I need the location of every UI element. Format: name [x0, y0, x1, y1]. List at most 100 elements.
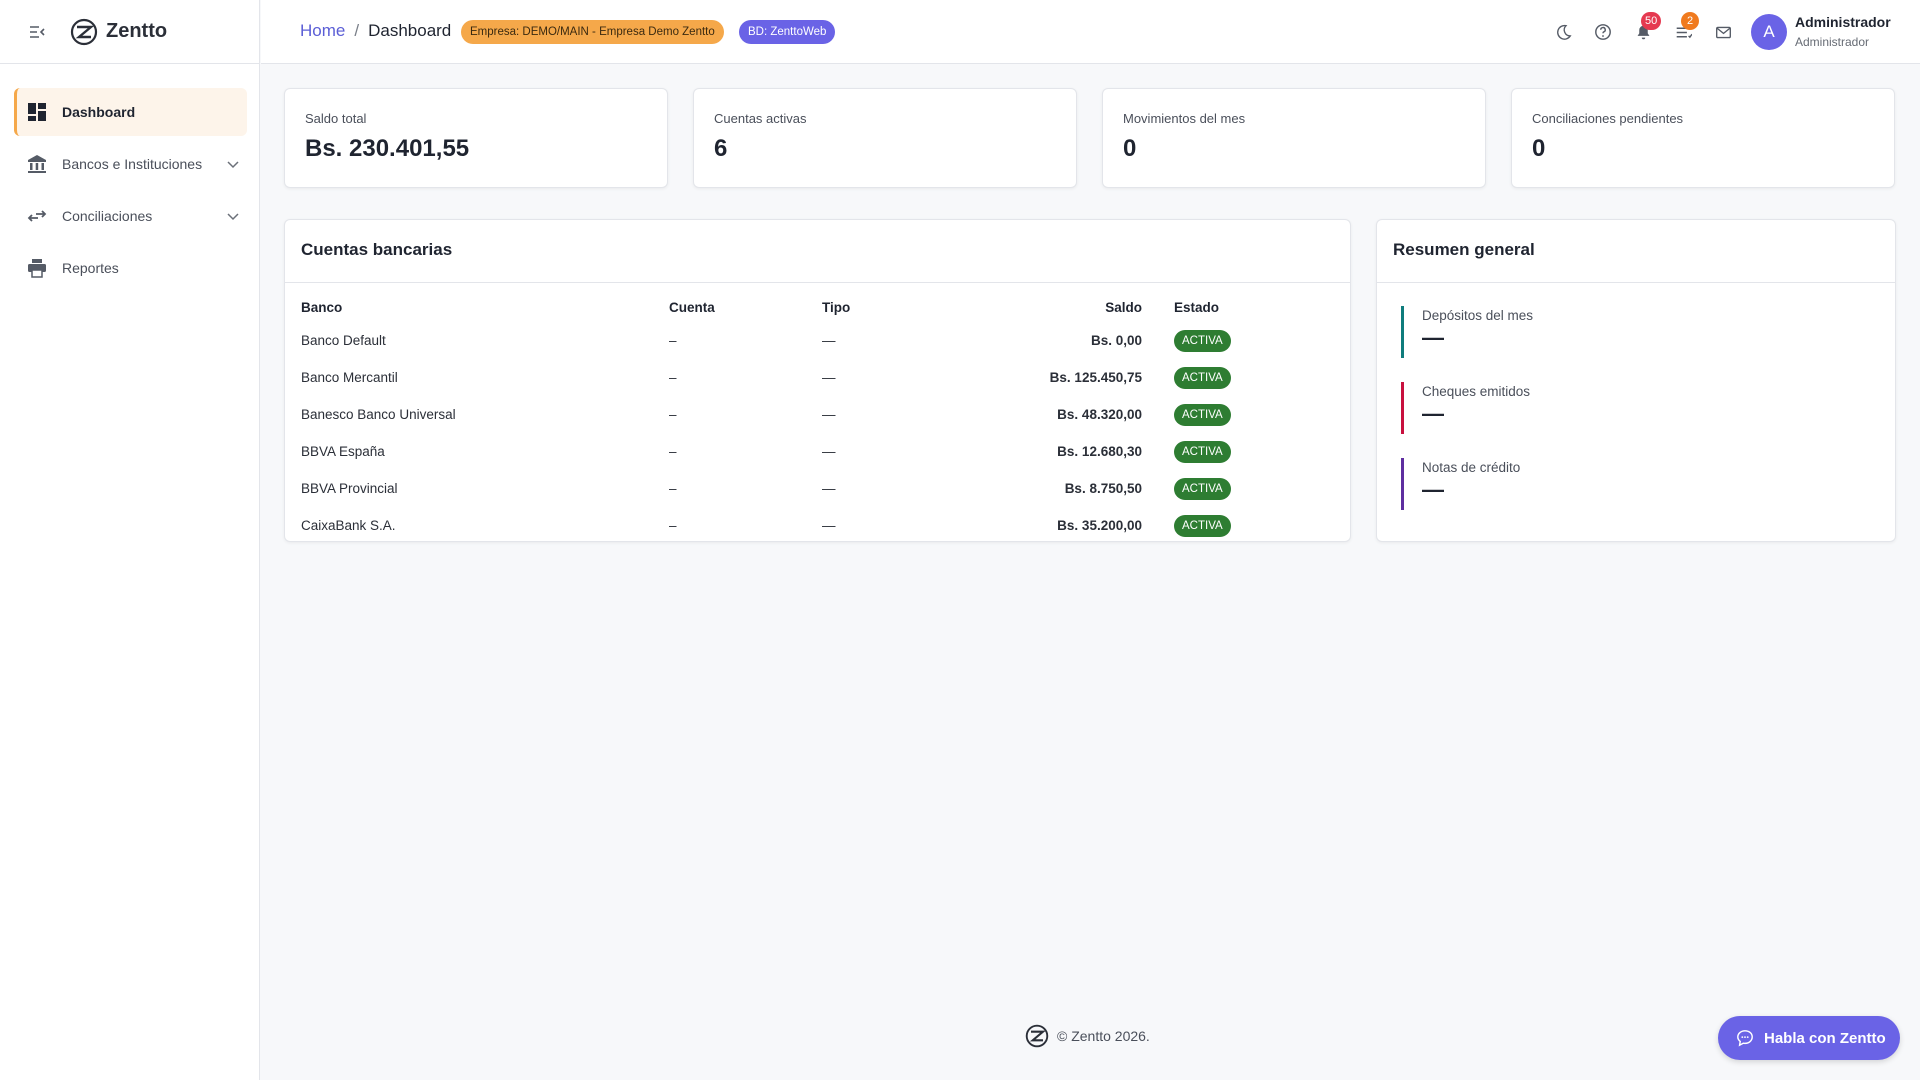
tasks-list-icon[interactable]: 2 — [1671, 12, 1699, 44]
sidebar-item-label: Conciliaciones — [62, 208, 153, 224]
table-row[interactable]: Banco Mercantil – — Bs. 125.450,75 ACTIV… — [301, 359, 1336, 396]
chevron-down-icon[interactable] — [225, 208, 241, 224]
top-bar: Home / Dashboard Empresa: DEMO/MAIN - Em… — [261, 0, 1920, 64]
cell-cuenta: – — [669, 333, 677, 348]
cell-saldo: Bs. 8.750,50 — [1064, 481, 1142, 496]
column-header-estado[interactable]: Estado — [1142, 292, 1336, 322]
cell-cuenta: – — [669, 444, 677, 459]
table-row[interactable]: Banco Default – — Bs. 0,00 ACTIVA — [301, 322, 1336, 359]
cell-cuenta: – — [669, 518, 677, 533]
user-name[interactable]: Administrador — [1795, 14, 1891, 30]
sidebar-item-reportes[interactable]: Reportes — [14, 244, 247, 292]
column-header-tipo[interactable]: Tipo — [822, 292, 952, 322]
breadcrumb-current: Dashboard — [368, 21, 452, 40]
help-icon[interactable] — [1591, 20, 1615, 44]
dashboard-icon — [26, 101, 48, 123]
stat-value: 6 — [714, 135, 728, 162]
status-badge: ACTIVA — [1174, 477, 1231, 500]
bank-accounts-table: Banco Cuenta Tipo Saldo Estado Banco Def… — [301, 292, 1336, 544]
app-name: Zentto — [106, 20, 168, 42]
cell-banco: Banco Mercantil — [301, 370, 398, 385]
dark-mode-moon-icon[interactable] — [1551, 20, 1575, 44]
cell-tipo: — — [822, 333, 836, 348]
column-header-saldo[interactable]: Saldo — [952, 292, 1142, 322]
notifications-count-badge: 50 — [1641, 12, 1662, 30]
bank-accounts-panel: Cuentas bancarias Banco Cuenta Tipo Sald… — [284, 219, 1351, 542]
cell-cuenta: – — [669, 407, 677, 422]
database-badge: BD: ZenttoWeb — [739, 20, 836, 44]
cell-saldo: Bs. 0,00 — [1090, 333, 1142, 348]
divider — [1377, 282, 1895, 283]
menu-collapse-icon[interactable] — [26, 21, 48, 43]
stat-card-saldo-total: Saldo total Bs. 230.401,55 — [284, 88, 668, 188]
user-role: Administrador — [1795, 35, 1870, 49]
sidebar-nav: Dashboard Bancos e Instituciones Concili… — [0, 64, 259, 292]
column-header-banco[interactable]: Banco — [301, 292, 669, 322]
chevron-down-icon[interactable] — [225, 156, 241, 172]
stat-value: Bs. 230.401,55 — [305, 135, 470, 162]
table-row[interactable]: Banesco Banco Universal – — Bs. 48.320,0… — [301, 396, 1336, 433]
table-row[interactable]: CaixaBank S.A. – — Bs. 35.200,00 ACTIVA — [301, 507, 1336, 544]
chat-button-label: Habla con Zentto — [1764, 1029, 1886, 1047]
cell-saldo: Bs. 35.200,00 — [1057, 518, 1142, 533]
stat-value: 0 — [1532, 135, 1546, 162]
breadcrumb-separator: / — [354, 21, 360, 40]
tasks-count-badge: 2 — [1681, 12, 1699, 30]
summary-label: Cheques emitidos — [1422, 384, 1531, 399]
summary-value: — — [1422, 477, 1444, 502]
cell-banco: CaixaBank S.A. — [301, 518, 396, 533]
table-row[interactable]: BBVA España – — Bs. 12.680,30 ACTIVA — [301, 433, 1336, 470]
cell-tipo: — — [822, 370, 836, 385]
summary-panel: Resumen general Depósitos del mes — Cheq… — [1376, 219, 1896, 542]
sidebar: Zentto Dashboard Bancos e Instituciones … — [0, 0, 260, 1080]
breadcrumb-home-link[interactable]: Home — [300, 21, 345, 41]
status-badge: ACTIVA — [1174, 514, 1231, 537]
status-badge: ACTIVA — [1174, 403, 1231, 426]
mail-icon[interactable] — [1711, 20, 1735, 44]
stat-label: Movimientos del mes — [1123, 111, 1246, 126]
sidebar-item-bancos[interactable]: Bancos e Instituciones — [14, 140, 247, 188]
sidebar-item-label: Reportes — [62, 260, 119, 276]
compare-arrows-icon — [26, 205, 48, 227]
table-header-row: Banco Cuenta Tipo Saldo Estado — [301, 292, 1336, 322]
cell-saldo: Bs. 125.450,75 — [1049, 370, 1142, 385]
chat-bubble-icon — [1737, 1030, 1753, 1047]
summary-label: Notas de crédito — [1422, 460, 1521, 475]
sidebar-item-label: Dashboard — [62, 104, 136, 120]
cell-banco: BBVA Provincial — [301, 481, 398, 496]
chat-with-zentto-button[interactable]: Habla con Zentto — [1718, 1016, 1900, 1060]
cell-cuenta: – — [669, 370, 677, 385]
stat-label: Cuentas activas — [714, 111, 807, 126]
sidebar-item-dashboard[interactable]: Dashboard — [14, 88, 247, 136]
sidebar-item-label: Bancos e Instituciones — [62, 156, 203, 172]
column-header-cuenta[interactable]: Cuenta — [669, 292, 822, 322]
panel-title: Resumen general — [1393, 240, 1535, 259]
sidebar-item-conciliaciones[interactable]: Conciliaciones — [14, 192, 247, 240]
footer: © Zentto 2026. — [1025, 1024, 1150, 1048]
stat-value: 0 — [1123, 135, 1137, 162]
cell-banco: BBVA España — [301, 444, 385, 459]
cell-tipo: — — [822, 481, 836, 496]
stat-label: Saldo total — [305, 111, 367, 126]
stat-card-conciliaciones-pendientes: Conciliaciones pendientes 0 — [1511, 88, 1895, 188]
summary-item-depositos: Depósitos del mes — — [1401, 306, 1701, 358]
summary-value: — — [1422, 325, 1444, 350]
status-badge: ACTIVA — [1174, 440, 1231, 463]
status-badge: ACTIVA — [1174, 329, 1231, 352]
breadcrumb: Home / Dashboard — [300, 21, 451, 41]
empresa-badge: Empresa: DEMO/MAIN - Empresa Demo Zentto — [461, 20, 724, 44]
app-logo[interactable]: Zentto — [70, 18, 167, 46]
stat-label: Conciliaciones pendientes — [1532, 111, 1684, 126]
cell-tipo: — — [822, 444, 836, 459]
cell-cuenta: – — [669, 481, 677, 496]
zentto-logo-icon — [1025, 1024, 1049, 1048]
table-row[interactable]: BBVA Provincial – — Bs. 8.750,50 ACTIVA — [301, 470, 1336, 507]
summary-item-notas-credito: Notas de crédito — — [1401, 458, 1701, 510]
avatar[interactable]: A — [1751, 14, 1787, 50]
stat-card-cuentas-activas: Cuentas activas 6 — [693, 88, 1077, 188]
cell-saldo: Bs. 12.680,30 — [1057, 444, 1142, 459]
divider — [285, 282, 1350, 283]
summary-label: Depósitos del mes — [1422, 308, 1534, 323]
summary-item-cheques: Cheques emitidos — — [1401, 382, 1701, 434]
notifications-bell-icon[interactable]: 50 — [1631, 12, 1662, 44]
